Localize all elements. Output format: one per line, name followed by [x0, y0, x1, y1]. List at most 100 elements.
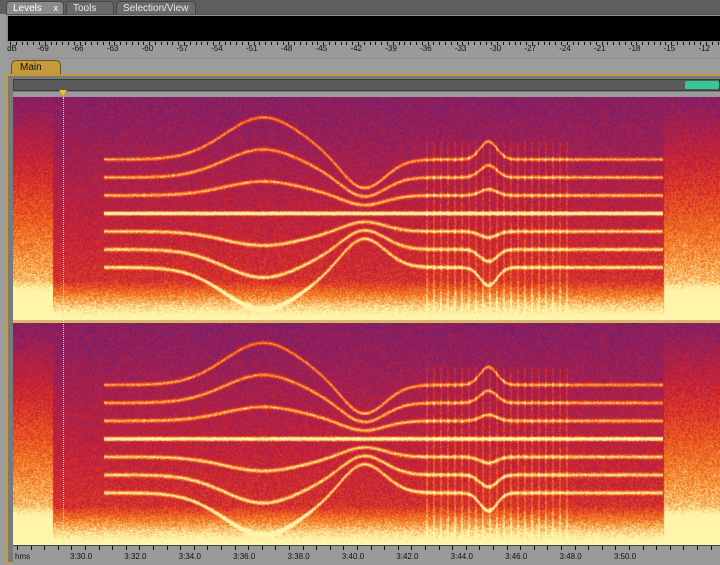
levels-scale-tick [189, 42, 191, 45]
levels-scale-tick [642, 42, 644, 45]
levels-scale-tick [79, 42, 81, 45]
levels-scale-tick [404, 42, 406, 45]
time-ruler-tick [71, 546, 73, 550]
time-ruler-tick [506, 546, 508, 550]
time-ruler-tick [397, 546, 399, 550]
playhead-marker-icon[interactable] [59, 90, 67, 96]
time-ruler-tick [384, 546, 386, 550]
levels-scale-label: -21 [594, 44, 606, 53]
levels-scale-tick [137, 42, 139, 45]
levels-scale-tick [485, 42, 487, 45]
levels-scale-tick [236, 42, 238, 45]
levels-scale-tick [323, 42, 325, 45]
overview-bar[interactable] [13, 79, 720, 91]
time-ruler-tick [452, 546, 454, 550]
tab-tools[interactable]: Tools [66, 1, 114, 14]
levels-scale-label: -60 [141, 44, 154, 53]
levels-scale-tick [358, 42, 359, 45]
time-ruler[interactable]: hms 3:30.0 3:32.0 3:34.0 3:36.0 3:38.0 3:40.0… [13, 545, 720, 565]
levels-scale-tick [508, 42, 510, 45]
levels-scale-tick [711, 42, 713, 45]
time-ruler-tick [316, 546, 318, 550]
levels-scale-tick [73, 42, 75, 45]
time-ruler-label: 3:38.0 [287, 552, 310, 561]
time-ruler-label: 3:46.0 [505, 552, 528, 561]
levels-scale-label: -66 [72, 44, 84, 53]
levels-scale-tick [363, 42, 365, 45]
levels-scale-tick [445, 42, 446, 45]
tab-main-label: Main [20, 62, 42, 73]
levels-scale-tick [346, 42, 348, 45]
levels-scale-tick [224, 42, 226, 45]
time-ruler-tick [17, 546, 18, 550]
levels-scale-tick [387, 42, 388, 45]
time-ruler-tick [683, 546, 685, 550]
levels-scale-tick [706, 42, 707, 45]
levels-scale-tick [213, 42, 214, 45]
time-ruler-tick [615, 546, 617, 550]
time-ruler-tick [520, 546, 522, 550]
tab-selection-view[interactable]: Selection/View [116, 1, 196, 14]
levels-scale-tick [572, 42, 574, 45]
levels-scale-tick [398, 42, 400, 45]
time-ruler-tick [588, 546, 590, 550]
levels-scale-tick [143, 42, 145, 45]
levels-scale-tick [700, 42, 702, 45]
levels-scale-tick [172, 42, 174, 45]
time-ruler-tick [561, 546, 562, 550]
levels-scale-tick [392, 42, 394, 45]
levels-scale-tick [694, 42, 696, 45]
levels-scale-tick [595, 42, 597, 45]
levels-scale-tick [636, 42, 638, 45]
levels-scale-tick [566, 42, 568, 45]
levels-scale-tick [265, 42, 267, 45]
time-ruler-tick [112, 546, 114, 550]
levels-scale-tick [514, 42, 516, 45]
levels-scale-tick [178, 42, 180, 45]
levels-scale-label: -51 [246, 44, 258, 53]
levels-scale-tick [282, 42, 284, 45]
levels-meter-display [8, 16, 720, 41]
levels-scale-tick [659, 42, 661, 45]
overview-scroll-thumb[interactable] [685, 81, 719, 89]
levels-scale-label: -69 [37, 44, 49, 53]
time-ruler-tick [710, 546, 712, 550]
levels-scale-label: -48 [280, 44, 293, 53]
levels-scale-tick [503, 42, 504, 45]
levels-scale-tick [584, 42, 586, 45]
time-unit-label: hms [15, 552, 31, 561]
spectral-display[interactable] [13, 97, 720, 545]
levels-scale-label: -45 [315, 44, 328, 53]
time-ruler-tick [57, 546, 59, 550]
levels-scale-tick [352, 42, 354, 45]
playhead-cursor-line[interactable] [63, 97, 65, 545]
time-ruler-label: 3:50.0 [613, 552, 637, 561]
tab-main[interactable]: Main [11, 60, 61, 74]
levels-scale-tick [91, 42, 93, 45]
levels-scale-tick [50, 42, 52, 45]
time-ruler-label: 3:30.0 [69, 552, 93, 561]
levels-scale-tick [665, 42, 667, 45]
time-ruler-tick [221, 546, 222, 550]
levels-scale-tick [21, 42, 23, 45]
time-ruler-tick [44, 546, 46, 550]
time-ruler-tick [533, 546, 535, 550]
levels-scale-tick [33, 42, 35, 45]
levels-scale-tick [537, 42, 539, 45]
levels-scale-tick [259, 42, 261, 45]
spectrogram-channel-right[interactable] [13, 323, 720, 545]
time-ruler-tick [642, 546, 644, 550]
time-ruler-tick [411, 546, 413, 550]
spectrogram-channel-left[interactable] [13, 97, 720, 320]
tab-levels[interactable]: Levels x [6, 1, 64, 14]
time-ruler-tick [493, 546, 494, 550]
time-ruler-tick [574, 546, 576, 550]
levels-scale-tick [27, 42, 29, 45]
levels-scale-tick [543, 42, 545, 45]
levels-scale-tick [114, 42, 116, 45]
levels-scale-tick [450, 42, 452, 45]
time-ruler-tick [343, 546, 345, 550]
levels-scale-tick [120, 42, 122, 45]
time-ruler-label: 3:44.0 [450, 552, 473, 561]
levels-scale: dB -69 -66 -63 -60 -57 -54 -51 -48 -45 -42 -39 -36 -… [6, 42, 720, 58]
